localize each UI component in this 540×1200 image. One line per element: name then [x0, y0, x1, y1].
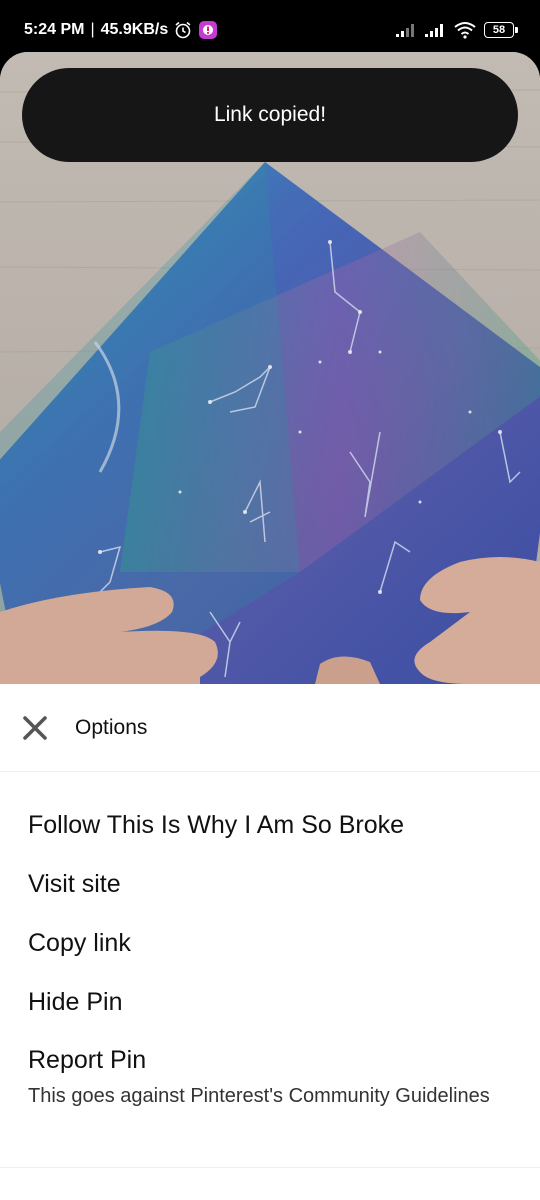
close-icon [23, 715, 47, 740]
option-hide-pin[interactable]: Hide Pin [0, 973, 540, 1032]
option-visit-site[interactable]: Visit site [0, 855, 540, 914]
status-separator: | [90, 21, 95, 38]
option-label: Copy link [28, 929, 131, 957]
sheet-title: Options [75, 715, 148, 739]
option-label: Report Pin [28, 1046, 147, 1074]
wifi-icon [453, 21, 477, 39]
options-sheet: Options Follow This Is Why I Am So Broke… [0, 684, 540, 1200]
battery-icon: 58 [484, 22, 518, 38]
divider [0, 1167, 540, 1168]
option-sublabel: This goes against Pinterest's Community … [28, 1085, 490, 1107]
option-label: Follow This Is Why I Am So Broke [28, 811, 405, 839]
alarm-icon [174, 21, 192, 39]
option-label: Visit site [28, 870, 121, 898]
status-time: 5:24 PM [24, 21, 85, 38]
signal-2-icon [424, 22, 446, 38]
option-follow[interactable]: Follow This Is Why I Am So Broke [0, 796, 540, 855]
option-copy-link[interactable]: Copy link [0, 914, 540, 973]
network-speed: 45.9KB/s [100, 21, 169, 38]
close-button[interactable] [20, 713, 50, 743]
app-notification-icon [198, 20, 218, 40]
toast-message: Link copied! [213, 103, 327, 126]
battery-level: 58 [484, 22, 514, 38]
status-right: 58 [395, 21, 518, 39]
sheet-header: Options [0, 684, 540, 772]
signal-1-icon [395, 22, 417, 38]
status-bar: 5:24 PM | 45.9KB/s 58 [0, 0, 540, 60]
options-list: Follow This Is Why I Am So Broke Visit s… [0, 772, 540, 1109]
status-left: 5:24 PM | 45.9KB/s [24, 20, 218, 40]
option-report-pin[interactable]: Report Pin This goes against Pinterest's… [0, 1032, 540, 1109]
option-label: Hide Pin [28, 988, 123, 1016]
toast-link-copied: Link copied! [22, 68, 518, 162]
